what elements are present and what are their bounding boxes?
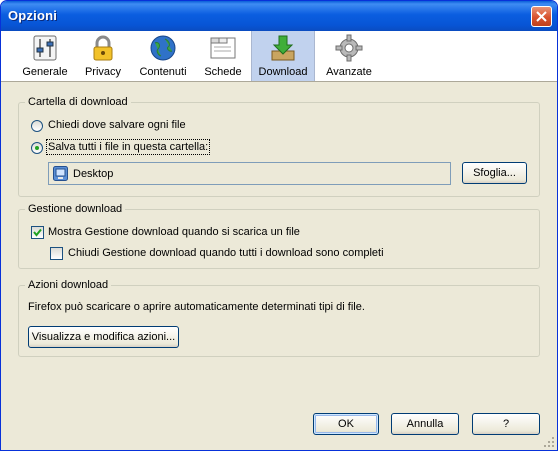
download-folder-legend: Cartella di download bbox=[25, 96, 131, 108]
tab-schede-label: Schede bbox=[204, 66, 242, 78]
tab-contenuti[interactable]: Contenuti bbox=[135, 31, 191, 81]
resize-grip-icon[interactable] bbox=[543, 436, 555, 448]
tab-generale-label: Generale bbox=[22, 66, 68, 78]
gear-icon bbox=[335, 34, 363, 62]
checkmark-icon bbox=[33, 228, 42, 237]
download-folder-field[interactable]: Desktop bbox=[48, 162, 451, 185]
save-to-folder-label[interactable]: Salva tutti i file in questa cartella: bbox=[45, 139, 211, 155]
window-title: Opzioni bbox=[8, 8, 58, 23]
tab-avanzate-label: Avanzate bbox=[326, 66, 372, 78]
tabs-window-icon bbox=[210, 37, 236, 59]
tab-avanzate[interactable]: Avanzate bbox=[321, 31, 377, 81]
globe-icon bbox=[150, 35, 176, 61]
download-manager-legend: Gestione download bbox=[25, 203, 126, 215]
options-toolbar: Generale Privacy Contenuti Schede Downlo… bbox=[1, 31, 557, 82]
download-arrow-icon bbox=[271, 35, 295, 61]
download-manager-group: Gestione download bbox=[18, 203, 540, 269]
close-button[interactable] bbox=[531, 6, 552, 27]
save-to-folder-radio[interactable] bbox=[31, 142, 43, 154]
desktop-icon bbox=[53, 166, 68, 181]
close-manager-checkbox[interactable] bbox=[50, 247, 63, 260]
view-edit-actions-button[interactable]: Visualizza e modifica azioni... bbox=[28, 326, 179, 348]
download-actions-description: Firefox può scaricare o aprire automatic… bbox=[28, 301, 365, 313]
sliders-icon bbox=[33, 35, 57, 61]
tab-generale[interactable]: Generale bbox=[17, 31, 73, 81]
browse-button[interactable]: Sfoglia... bbox=[462, 162, 527, 184]
show-manager-checkbox[interactable] bbox=[31, 226, 44, 239]
close-manager-label[interactable]: Chiudi Gestione download quando tutti i … bbox=[68, 247, 384, 259]
ask-location-label[interactable]: Chiedi dove salvare ogni file bbox=[48, 119, 186, 131]
tab-download-label: Download bbox=[258, 66, 308, 78]
download-actions-legend: Azioni download bbox=[25, 279, 112, 291]
options-dialog: Opzioni Generale Privacy Contenuti Sched… bbox=[0, 0, 558, 451]
tab-download[interactable]: Download bbox=[251, 31, 315, 81]
title-bar[interactable]: Opzioni bbox=[1, 1, 557, 31]
tab-schede[interactable]: Schede bbox=[199, 31, 247, 81]
folder-name: Desktop bbox=[73, 168, 114, 180]
close-icon bbox=[536, 11, 547, 22]
tab-privacy-label: Privacy bbox=[84, 66, 122, 78]
ok-button[interactable]: OK bbox=[313, 413, 379, 435]
help-button[interactable]: ? bbox=[472, 413, 540, 435]
show-manager-label[interactable]: Mostra Gestione download quando si scari… bbox=[48, 226, 300, 238]
tab-privacy[interactable]: Privacy bbox=[79, 31, 127, 81]
cancel-button[interactable]: Annulla bbox=[391, 413, 459, 435]
ask-location-radio[interactable] bbox=[31, 120, 43, 132]
padlock-icon bbox=[93, 35, 113, 61]
tab-contenuti-label: Contenuti bbox=[139, 66, 187, 78]
